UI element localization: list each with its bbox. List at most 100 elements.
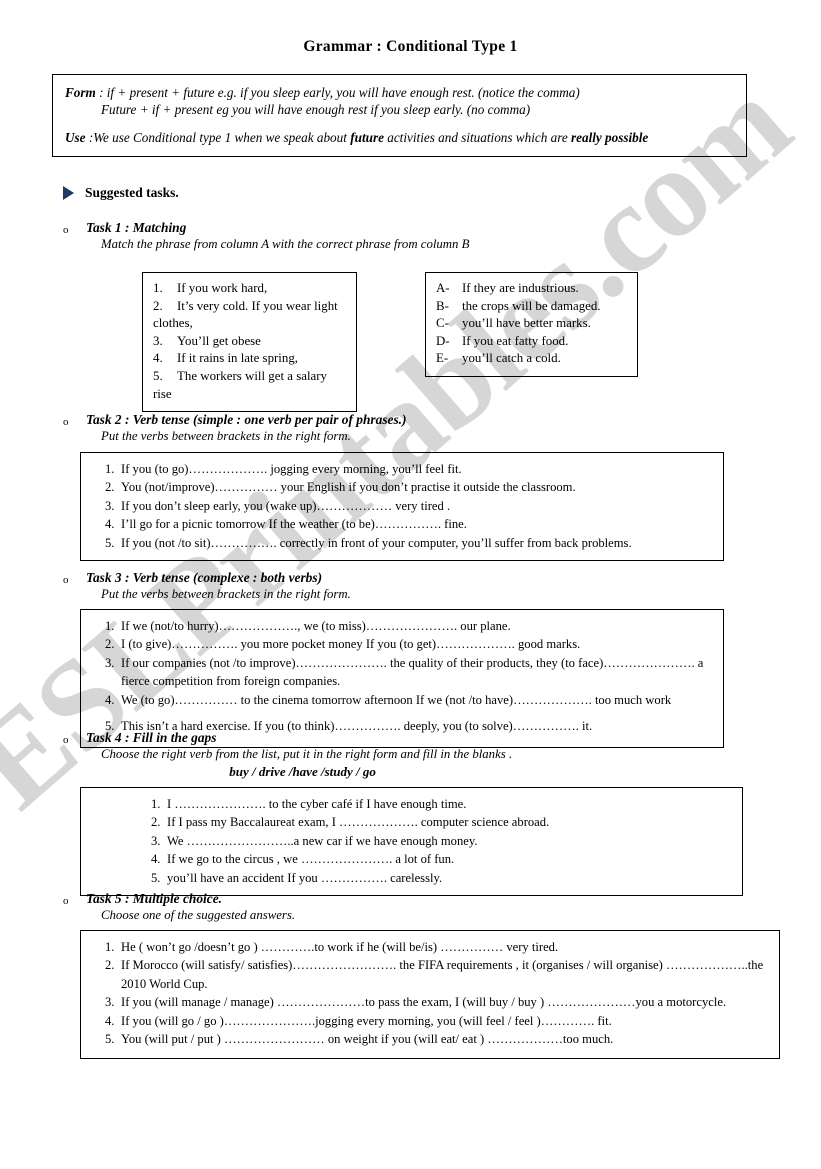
match-num-a1: 1.	[153, 281, 163, 295]
form-line-1-text: : if + present + future e.g. if you slee…	[95, 85, 580, 100]
form-line-2: Future + if + present eg you will have e…	[101, 102, 531, 117]
task-3-subtitle: Put the verbs between brackets in the ri…	[101, 587, 351, 601]
match-item-b4: D- If you eat fatty food.	[436, 333, 629, 351]
task-3-text-4: We (to go)…………… to the cinema tomorrow a…	[121, 692, 672, 707]
task-4-text-3: We ……………………..a new car if we have enough…	[167, 833, 478, 848]
match-item-b1: A- If they are industrious.	[436, 280, 629, 298]
use-line: Use :We use Conditional type 1 when we s…	[65, 129, 736, 146]
task-5-item-5: 5. You (will put / put ) …………………… on weig…	[91, 1030, 769, 1048]
match-num-a3: 3.	[153, 333, 163, 348]
suggested-tasks-label: Suggested tasks.	[85, 185, 179, 200]
task-2-item-1: 1. If you (to go)………………. jogging every mo…	[91, 460, 713, 478]
task-2-text-4: I’ll go for a picnic tomorrow If the wea…	[121, 517, 467, 532]
form-label: Form	[65, 85, 96, 100]
task-5-title: Task 5 : Multiple choice.	[86, 891, 223, 906]
task-3-num-3: 3.	[105, 655, 115, 670]
task-3-text-3: If our companies (not /to improve)…………………	[121, 655, 704, 689]
task-2-subtitle: Put the verbs between brackets in the ri…	[101, 429, 351, 443]
match-item-a2: 2. It’s very cold. If you wear light clot…	[153, 298, 348, 333]
task-2-item-4: 4. I’ll go for a picnic tomorrow If the w…	[91, 515, 713, 533]
task-4-text-5: you’ll have an accident If you ……………. ca…	[167, 870, 443, 885]
task-2-text-1: If you (to go)………………. jogging every morn…	[121, 462, 462, 476]
task-2-marker: o	[63, 416, 69, 428]
task-4-num-2: 2.	[151, 815, 161, 830]
match-num-b1: A-	[436, 281, 450, 295]
match-num-a5: 5.	[153, 368, 163, 383]
task-3-title: Task 3 : Verb tense (complexe : both ver…	[86, 570, 323, 585]
task-5-item-4: 4. If you (will go / go )………………….jogging …	[91, 1012, 769, 1030]
use-bold-future: future	[350, 130, 384, 145]
task-5-item-1: 1. He ( won’t go /doesn’t go ) ………….to wo…	[91, 938, 769, 956]
task-1-marker: o	[63, 224, 69, 236]
task-5-item-3: 3. If you (will manage / manage) …………………t…	[91, 993, 769, 1011]
match-text-b4: If you eat fatty food.	[462, 333, 569, 348]
task-5-num-2: 2.	[105, 958, 115, 973]
task-4-num-3: 3.	[151, 833, 161, 848]
task-4-num-4: 4.	[151, 852, 161, 867]
task-2-num-2: 2.	[105, 480, 115, 495]
task-4-title: Task 4 : Fill in the gaps	[86, 730, 217, 745]
match-item-b5: E-you’ll catch a cold.	[436, 350, 629, 368]
task-4-item-2: 2. If I pass my Baccalaureat exam, I ……………	[91, 813, 732, 831]
task-2-num-1: 1.	[105, 462, 115, 476]
task-4-num-5: 5.	[151, 870, 161, 885]
task-2-text-2: You (not/improve)…………… your English if y…	[121, 480, 576, 495]
task-5-exercise-box: 1. He ( won’t go /doesn’t go ) ………….to wo…	[80, 930, 780, 1060]
task-5-text-1: He ( won’t go /doesn’t go ) ………….to work…	[121, 940, 559, 954]
task-3-item-3: 3. If our companies (not /to improve)……………	[91, 654, 713, 691]
task-5-num-5: 5.	[105, 1032, 115, 1047]
task-2-num-4: 4.	[105, 517, 115, 532]
task-2-heading: o Task 2 : Verb tense (simple : one verb…	[63, 412, 407, 444]
task-1-column-b-box: A- If they are industrious. B-the crops w…	[425, 272, 638, 377]
worksheet-page: ESLPrintables.com Grammar : Conditional …	[0, 0, 821, 1169]
match-text-a5: The workers will get a salary rise	[153, 368, 327, 401]
task-4-item-1: 1. I …………………. to the cyber café if I have…	[91, 795, 732, 813]
task-1-column-a-box: 1. If you work hard, 2. It’s very cold. If…	[142, 272, 357, 413]
task-4-num-1: 1.	[151, 797, 161, 811]
match-num-b4: D-	[436, 333, 450, 348]
task-3-marker: o	[63, 574, 69, 586]
match-item-a5: 5. The workers will get a salary rise	[153, 368, 348, 403]
task-5-num-1: 1.	[105, 940, 115, 954]
task-5-text-2: If Morocco (will satisfy/ satisfies)……………	[121, 958, 764, 991]
task-5-text-3: If you (will manage / manage) …………………to …	[121, 995, 727, 1010]
task-3-exercise-box: 1. If we (not/to hurry)………………., we (to mi…	[80, 609, 724, 749]
use-bold-really-possible: really possible	[571, 130, 649, 145]
task-2-text-3: If you don’t sleep early, you (wake up)……	[121, 498, 451, 513]
match-text-b5: you’ll catch a cold.	[462, 351, 561, 366]
match-text-b3: you’ll have better marks.	[462, 316, 591, 331]
task-5-item-2: 2. If Morocco (will satisfy/ satisfies)………	[91, 956, 769, 993]
task-3-item-1: 1. If we (not/to hurry)………………., we (to mi…	[91, 617, 713, 635]
match-num-a4: 4.	[153, 351, 163, 366]
triangle-right-icon	[63, 186, 74, 200]
form-line-1: Form : if + present + future e.g. if you…	[65, 84, 736, 101]
task-5-heading: o Task 5 : Multiple choice. Choose one o…	[63, 891, 295, 923]
match-item-b2: B-the crops will be damaged.	[436, 298, 629, 316]
match-item-a3: 3. You’ll get obese	[153, 333, 348, 351]
use-label: Use	[65, 130, 86, 145]
task-4-item-3: 3. We ……………………..a new car if we have enou…	[91, 832, 732, 850]
grammar-rule-box: Form : if + present + future e.g. if you…	[52, 74, 747, 157]
task-2-num-3: 3.	[105, 498, 115, 513]
task-4-marker: o	[63, 734, 69, 746]
task-5-marker: o	[63, 895, 69, 907]
task-3-heading: o Task 3 : Verb tense (complexe : both v…	[63, 570, 351, 602]
task-5-subtitle: Choose one of the suggested answers.	[101, 908, 296, 922]
match-num-b2: B-	[436, 298, 449, 313]
match-num-a2: 2.	[153, 298, 163, 313]
task-3-item-2: 2. I (to give)……………. you more pocket mone…	[91, 635, 713, 653]
task-2-item-5: 5. If you (not /to sit)……………. correctly i…	[91, 534, 713, 552]
match-num-b5: E-	[436, 351, 449, 366]
task-5-text-4: If you (will go / go )………………….jogging ev…	[121, 1013, 612, 1028]
rule-spacer	[65, 118, 736, 129]
match-text-a2: It’s very cold. If you wear light clothe…	[153, 298, 338, 331]
task-3-num-2: 2.	[105, 637, 115, 652]
suggested-tasks-heading: Suggested tasks.	[63, 185, 179, 201]
task-4-item-5: 5. you’ll have an accident If you ……………. …	[91, 869, 732, 887]
match-text-a3: You’ll get obese	[177, 333, 261, 348]
use-text-part-1: :We use Conditional type 1 when we speak…	[85, 130, 351, 145]
match-text-b2: the crops will be damaged.	[462, 298, 601, 313]
task-3-text-2: I (to give)……………. you more pocket money …	[121, 637, 581, 652]
task-4-subtitle: Choose the right verb from the list, put…	[101, 747, 513, 761]
task-3-item-4: 4. We (to go)…………… to the cinema tomorrow…	[91, 691, 713, 709]
